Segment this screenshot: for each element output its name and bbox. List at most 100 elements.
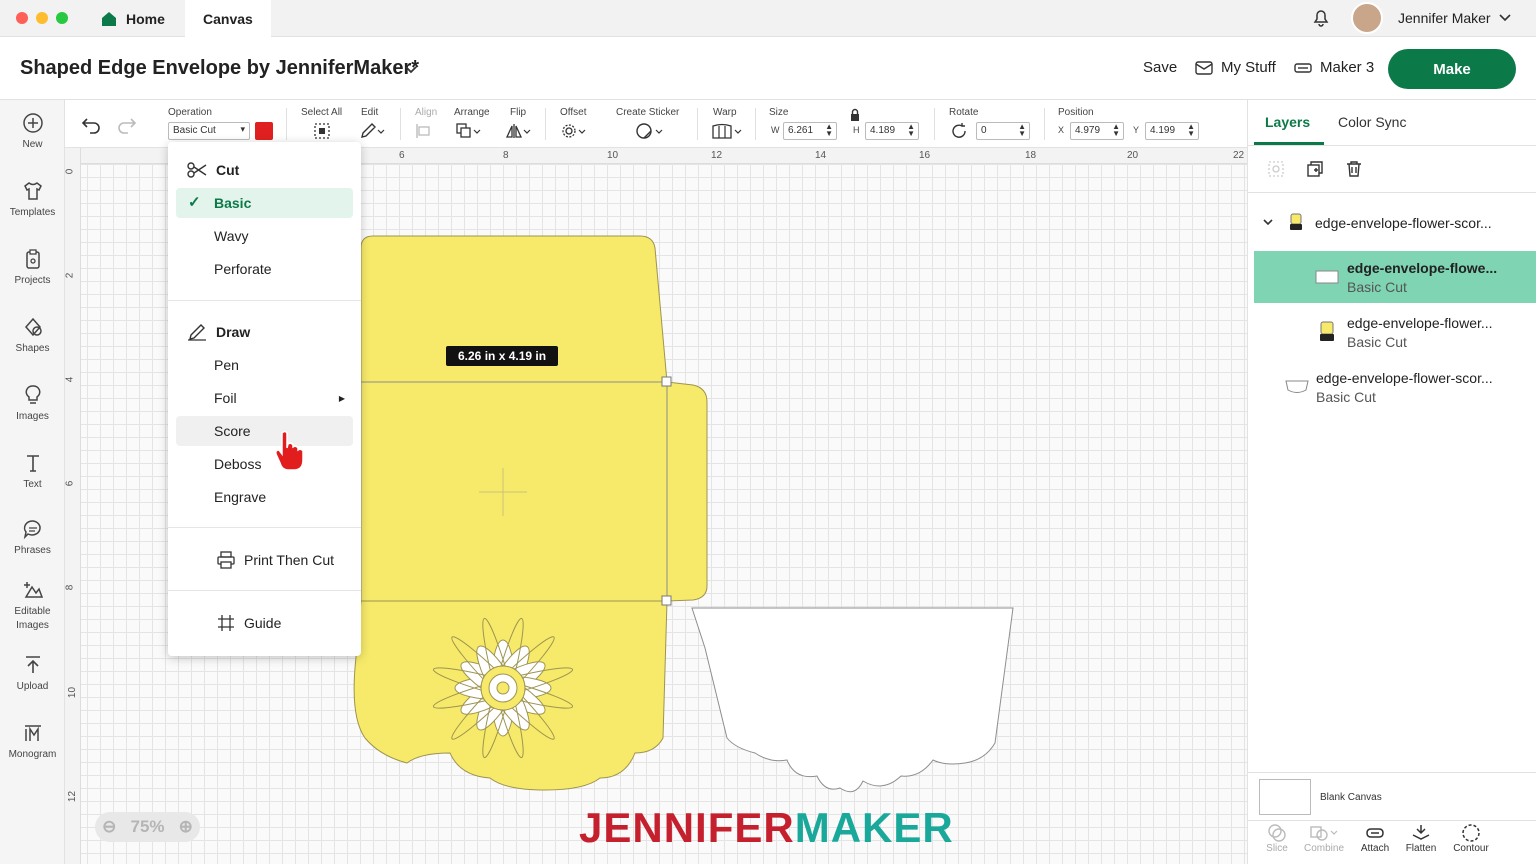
title-bar: Home Canvas Jennifer Maker: [0, 0, 1536, 37]
menu-item-print-then-cut[interactable]: Print Then Cut: [176, 545, 353, 575]
x-position-field[interactable]: 4.979 ▲ ▼: [1070, 122, 1124, 140]
layer-row[interactable]: edge-envelope-flowe... Basic Cut: [1254, 251, 1536, 303]
sidebar-label: Monogram: [8, 749, 57, 760]
arrange-icon[interactable]: [455, 122, 483, 140]
page-title[interactable]: Shaped Edge Envelope by JenniferMaker*: [20, 57, 419, 80]
upload-icon: [25, 656, 40, 673]
caret-down-icon: ▾: [240, 124, 245, 134]
stepper-icon[interactable]: ▲ ▼: [1187, 123, 1195, 138]
stepper-icon[interactable]: ▲ ▼: [1018, 123, 1026, 138]
dimension-badge: 6.26 in x 4.19 in: [446, 346, 559, 366]
select-all-icon[interactable]: [313, 122, 331, 140]
redo-icon[interactable]: [117, 116, 137, 134]
save-button[interactable]: Save: [1143, 59, 1177, 76]
pencil-edit-icon[interactable]: [359, 122, 385, 140]
hand-cursor-icon: [275, 430, 304, 471]
layer-group-row[interactable]: edge-envelope-flower-scor...: [1248, 208, 1536, 238]
width-field[interactable]: 6.261 ▲ ▼: [783, 122, 837, 140]
operation-select[interactable]: Basic Cut ▾: [168, 122, 250, 140]
operation-color-swatch[interactable]: [255, 122, 273, 140]
lock-icon[interactable]: [849, 108, 861, 122]
height-field[interactable]: 4.189 ▲ ▼: [865, 122, 919, 140]
tab-color-sync[interactable]: Color Sync: [1338, 114, 1406, 130]
divider: [697, 108, 698, 140]
menu-engrave-label: Engrave: [214, 489, 267, 505]
stepper-icon[interactable]: ▲ ▼: [825, 123, 833, 138]
user-name[interactable]: Jennifer Maker: [1398, 10, 1491, 26]
attach-button[interactable]: Attach: [1350, 823, 1400, 854]
warp-label: Warp: [713, 107, 737, 118]
sidebar-item-new[interactable]: New: [0, 112, 65, 152]
tab-canvas[interactable]: Canvas: [185, 0, 271, 37]
layer-row[interactable]: edge-envelope-flower-scor... Basic Cut: [1254, 361, 1536, 413]
stepper-icon[interactable]: ▲ ▼: [907, 123, 915, 138]
menu-item-deboss[interactable]: Deboss: [176, 449, 353, 479]
layer-row[interactable]: edge-envelope-flower... Basic Cut: [1254, 306, 1536, 358]
attach-icon: [1366, 828, 1384, 838]
chevron-down-icon[interactable]: [404, 63, 418, 77]
sidebar-item-phrases[interactable]: Phrases: [0, 518, 65, 558]
trash-icon[interactable]: [1345, 160, 1363, 178]
offset-label: Offset: [560, 107, 587, 118]
maximize-window-button[interactable]: [56, 12, 68, 24]
undo-icon[interactable]: [81, 116, 101, 134]
sidebar-item-images[interactable]: Images: [0, 384, 65, 424]
menu-item-engrave[interactable]: Engrave: [176, 482, 353, 512]
flatten-button[interactable]: Flatten: [1396, 823, 1446, 854]
combine-icon: [1310, 826, 1338, 841]
close-window-button[interactable]: [16, 12, 28, 24]
menu-item-pen[interactable]: Pen: [176, 350, 353, 380]
chevron-down-icon[interactable]: [1498, 11, 1512, 25]
menu-item-wavy[interactable]: Wavy: [176, 221, 353, 251]
stepper-icon[interactable]: ▲ ▼: [1112, 123, 1120, 138]
menu-item-foil[interactable]: Foil ▶: [176, 383, 353, 413]
menu-draw-label: Draw: [216, 324, 251, 340]
text-icon: [26, 455, 39, 472]
sidebar-item-projects[interactable]: Projects: [0, 248, 65, 288]
my-stuff-button[interactable]: My Stuff: [1195, 59, 1276, 76]
bell-icon[interactable]: [1311, 8, 1331, 28]
blank-canvas-swatch[interactable]: [1259, 779, 1311, 815]
sidebar-item-shapes[interactable]: Shapes: [0, 316, 65, 356]
divider: [286, 108, 287, 140]
sidebar-item-templates[interactable]: Templates: [0, 180, 65, 220]
zoom-in-icon[interactable]: ⊕: [179, 817, 193, 837]
sidebar-label: Phrases: [14, 545, 51, 556]
sticker-icon[interactable]: [635, 122, 665, 140]
sidebar-label: Shapes: [15, 343, 50, 354]
chevron-down-icon[interactable]: [1262, 216, 1274, 228]
menu-basic-label: Basic: [214, 195, 252, 211]
make-button[interactable]: Make: [1388, 49, 1516, 89]
duplicate-icon[interactable]: [1306, 160, 1324, 178]
tab-layers[interactable]: Layers: [1265, 114, 1310, 130]
flip-icon[interactable]: [505, 122, 533, 140]
machine-label: Maker 3: [1320, 59, 1375, 76]
menu-item-basic[interactable]: ✓ Basic: [176, 188, 353, 218]
y-position-field[interactable]: 4.199 ▲ ▼: [1145, 122, 1199, 140]
menu-item-score[interactable]: Score: [176, 416, 353, 446]
machine-button[interactable]: Maker 3: [1294, 59, 1374, 76]
rotate-field[interactable]: 0 ▲ ▼: [976, 122, 1030, 140]
sidebar-item-upload[interactable]: Upload: [0, 654, 65, 694]
zoom-out-icon[interactable]: ⊖: [102, 817, 116, 837]
layer-group-name: edge-envelope-flower-scor...: [1315, 215, 1492, 231]
minimize-window-button[interactable]: [36, 12, 48, 24]
sidebar-item-monogram[interactable]: Monogram: [0, 722, 65, 762]
align-icon[interactable]: [415, 122, 437, 140]
slice-button[interactable]: Slice: [1252, 823, 1302, 854]
combine-button[interactable]: Combine: [1299, 823, 1349, 854]
sidebar-item-editable-images[interactable]: Editable Images: [0, 579, 65, 633]
offset-icon[interactable]: [560, 122, 588, 140]
contour-button[interactable]: Contour: [1446, 823, 1496, 854]
sidebar-item-text[interactable]: Text: [0, 452, 65, 492]
warp-icon[interactable]: [711, 122, 743, 140]
sidebar-label: Templates: [9, 207, 56, 218]
scissors-icon: [187, 162, 207, 178]
submenu-arrow-icon: ▶: [338, 393, 345, 403]
tab-home[interactable]: Home: [82, 0, 183, 37]
avatar[interactable]: [1351, 2, 1383, 34]
menu-item-guide[interactable]: Guide: [176, 608, 353, 638]
layer-name: edge-envelope-flower-scor...: [1316, 370, 1493, 386]
group-icon[interactable]: [1267, 160, 1285, 178]
menu-item-perforate[interactable]: Perforate: [176, 254, 353, 284]
